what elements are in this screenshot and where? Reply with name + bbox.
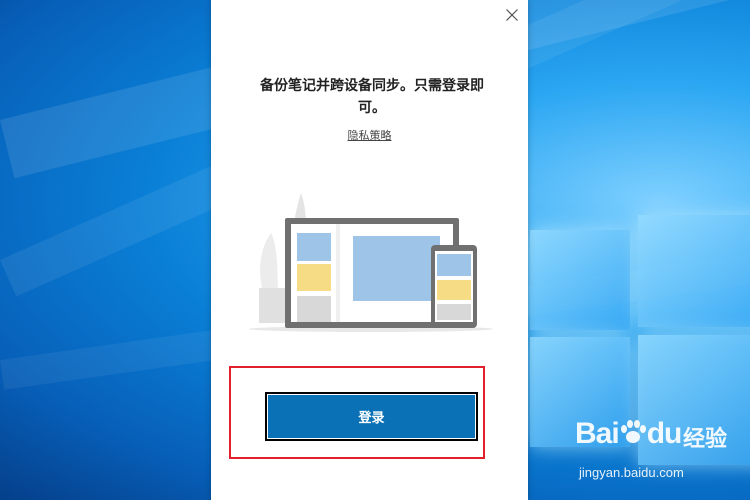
baidu-jingyan-watermark: Bai du 经验 jingyan.baidu.com xyxy=(575,413,745,493)
watermark-jingyan: 经验 xyxy=(683,427,728,452)
laptop-and-phone-illustration xyxy=(249,193,493,332)
signin-button-label: 登录 xyxy=(358,411,385,426)
signin-button[interactable]: 登录 xyxy=(265,392,478,441)
watermark-url: jingyan.baidu.com xyxy=(579,465,684,480)
watermark-brand-suffix: du xyxy=(646,417,683,450)
privacy-policy-link[interactable]: 隐私策略 xyxy=(211,127,528,143)
watermark-brand: Bai du xyxy=(575,417,683,451)
logo-pane xyxy=(530,230,630,330)
logo-pane xyxy=(638,215,750,327)
close-icon xyxy=(506,9,518,21)
close-button[interactable] xyxy=(502,5,522,25)
dialog-heading: 备份笔记并跨设备同步。只需登录即可。 xyxy=(260,78,484,116)
paw-icon xyxy=(620,420,646,443)
watermark-brand-text: Bai xyxy=(575,417,620,450)
